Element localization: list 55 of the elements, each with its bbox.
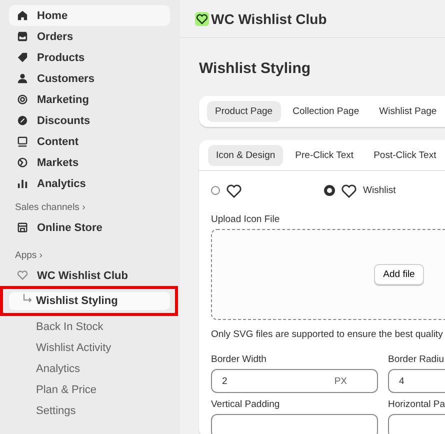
page-title: Wishlist Styling	[199, 60, 312, 77]
person-icon	[17, 73, 28, 84]
tab[interactable]: Icon & Design	[208, 145, 284, 166]
nav-subitem[interactable]: Wishlist Activity	[9, 338, 170, 356]
image-icon	[17, 136, 28, 147]
tab[interactable]: Pre-Click Text	[287, 145, 362, 166]
section-heading[interactable]: Sales channels ›	[15, 202, 170, 213]
heart-icon	[226, 184, 242, 198]
nav-subitem[interactable]: Wishlist Styling	[9, 292, 170, 310]
nav-subitem[interactable]: Plan & Price	[9, 380, 170, 398]
nav-item[interactable]: Products	[9, 47, 170, 68]
nav-item[interactable]: Customers	[9, 68, 170, 89]
nav-subitem[interactable]: Settings	[9, 402, 170, 420]
nav-subitem[interactable]: Analytics	[9, 360, 170, 378]
heart-icon	[17, 270, 28, 281]
input-field[interactable]	[211, 414, 378, 434]
tab[interactable]: Post-Click Text	[366, 145, 444, 166]
store-icon	[17, 222, 28, 233]
bars-icon	[17, 178, 28, 189]
tag-icon	[17, 52, 28, 63]
nav-item[interactable]: Home	[9, 5, 170, 26]
radio-button[interactable]	[211, 186, 220, 195]
app-title: WC Wishlist Club	[211, 10, 327, 26]
nav-item[interactable]: Discounts	[9, 110, 170, 131]
option-label: Wishlist	[363, 185, 396, 196]
inbox-icon	[17, 31, 28, 42]
heart-logo-icon	[195, 12, 209, 26]
heart-icon	[341, 184, 357, 198]
badge-icon	[17, 115, 28, 126]
field-label: Vertical Padding	[211, 399, 281, 410]
home-icon	[17, 10, 28, 21]
elbow-arrow-icon	[22, 294, 32, 304]
section-heading[interactable]: Apps ›	[15, 250, 170, 261]
nav-item[interactable]: Marketing	[9, 89, 170, 110]
radio-button[interactable]	[324, 185, 335, 196]
nav-subitem[interactable]: Back In Stock	[9, 318, 170, 336]
nav-item[interactable]: Orders	[9, 26, 170, 47]
field-label: Border Width	[211, 354, 268, 365]
tab[interactable]: Product Page	[207, 101, 281, 122]
field-label: Horizontal Pa	[388, 399, 445, 410]
input-field[interactable]: 2 PX	[211, 369, 378, 393]
nav-item[interactable]: Analytics	[9, 173, 170, 194]
nav-item[interactable]: Online Store	[9, 217, 170, 238]
nav-item[interactable]: Content	[9, 131, 170, 152]
drop-zone[interactable]: Add file	[211, 229, 445, 320]
field-label: Upload Icon File	[211, 214, 281, 225]
add-file-button[interactable]: Add file	[374, 264, 424, 285]
tab[interactable]: Collection Page	[284, 101, 368, 122]
target-icon	[17, 94, 28, 105]
help-text: Only SVG files are supported to ensure the best quality	[211, 329, 444, 340]
nav-item[interactable]: Markets	[9, 152, 170, 173]
field-label: Border Radiu	[388, 354, 445, 365]
input-field[interactable]: 4	[388, 369, 445, 393]
tab[interactable]: Wishlist Page	[371, 101, 445, 122]
nav-item[interactable]: WC Wishlist Club	[9, 265, 170, 286]
